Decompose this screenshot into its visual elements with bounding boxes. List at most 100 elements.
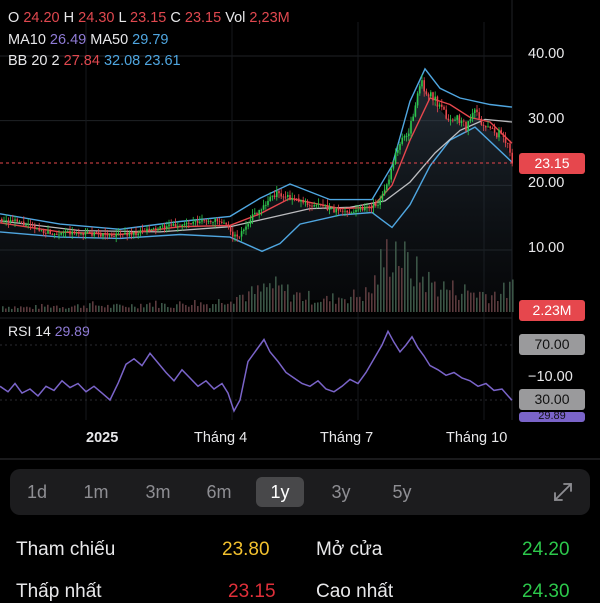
candle-body [172, 223, 175, 226]
volume-bar [380, 249, 382, 312]
candle-body [471, 113, 474, 119]
volume-bar [38, 308, 40, 312]
volume-bar [437, 296, 439, 312]
candle-body [73, 231, 76, 234]
candle-body [458, 115, 461, 124]
bb-upper-value: 27.84 [63, 53, 100, 69]
candle-body [372, 204, 375, 208]
volume-bar [77, 304, 79, 312]
candle-body [265, 205, 267, 206]
candle-body [423, 80, 425, 92]
expand-arrows-icon[interactable] [552, 481, 574, 503]
volume-bar [11, 308, 13, 312]
volume-bar [308, 290, 310, 312]
candle-body [1, 218, 3, 222]
volume-bar [464, 284, 466, 312]
candle-body [476, 109, 478, 113]
candle-body [306, 201, 309, 205]
volume-bar [110, 307, 112, 312]
volume-bar [473, 292, 475, 312]
volume-bar [83, 305, 85, 312]
candle-body [359, 208, 362, 210]
candle-body [207, 221, 210, 222]
volume-value: 2,23M [249, 10, 290, 26]
candle-body [97, 232, 100, 235]
candle-body [289, 194, 291, 201]
candle-body [421, 80, 423, 87]
volume-bar [257, 285, 259, 312]
volume-bar [20, 306, 22, 312]
candle-body [168, 224, 170, 227]
volume-bar [185, 305, 187, 312]
volume-bar [377, 284, 379, 312]
candle-body [150, 228, 153, 230]
volume-bar [170, 307, 172, 312]
volume-bar [29, 307, 31, 312]
volume-bar [95, 305, 97, 312]
candle-body [342, 210, 344, 212]
volume-bar [89, 303, 91, 312]
candle-body [86, 231, 89, 233]
candle-body [335, 208, 337, 213]
volume-bar [335, 303, 337, 312]
candle-body [29, 224, 32, 225]
candle-body [218, 221, 221, 223]
candle-body [408, 133, 410, 137]
volume-bar [494, 291, 496, 312]
candle-body [38, 228, 40, 231]
candle-body [53, 234, 56, 235]
rsi-value: 29.89 [54, 323, 90, 339]
candle-body [410, 120, 412, 134]
volume-bar [35, 305, 37, 312]
candle-body [225, 222, 227, 225]
candle-body [381, 194, 384, 200]
volume-bar [233, 303, 235, 312]
candle-body [216, 219, 219, 222]
candle-body [317, 203, 320, 206]
timeframe-6m[interactable]: 6m [195, 477, 243, 507]
candle-body [190, 223, 192, 225]
volume-bar [512, 279, 514, 312]
volume-bar [392, 272, 394, 312]
timeframe-3y[interactable]: 3y [317, 477, 365, 507]
candle-body [333, 207, 335, 213]
timeframe-1d[interactable]: 1d [13, 477, 61, 507]
timeframe-5y[interactable]: 5y [378, 477, 426, 507]
ma-row: MA10 26.49 MA50 29.79 [8, 30, 290, 52]
candle-body [267, 200, 269, 206]
timeframe-1y[interactable]: 1y [256, 477, 304, 507]
volume-bar [503, 282, 505, 312]
candle-body [377, 205, 379, 206]
candle-body [56, 234, 58, 235]
volume-bar [446, 289, 448, 312]
candle-body [357, 209, 359, 211]
candle-body [247, 224, 249, 227]
candle-body [93, 232, 95, 236]
candle-body [214, 219, 216, 222]
candle-body [234, 234, 236, 237]
candle-body [478, 112, 480, 119]
candle-body [62, 232, 65, 234]
candle-body [298, 198, 300, 202]
volume-bar [137, 308, 139, 312]
candle-body [502, 134, 505, 137]
volume-bar [86, 308, 88, 312]
volume-bar [329, 301, 331, 312]
bb-middle-value: 32.08 [103, 53, 141, 69]
candle-body [320, 203, 322, 205]
candle-body [432, 92, 434, 101]
volume-bar [395, 241, 397, 312]
timeframe-3m[interactable]: 3m [134, 477, 182, 507]
volume-bar [353, 289, 355, 312]
volume-bar [158, 307, 160, 312]
candle-body [80, 233, 82, 235]
section-divider [0, 458, 600, 460]
low-label: L [118, 10, 127, 26]
volume-bar [383, 267, 385, 312]
volume-bar [179, 301, 181, 312]
candle-body [414, 105, 417, 117]
candle-body [31, 224, 34, 226]
candle-body [507, 142, 509, 144]
timeframe-1m[interactable]: 1m [72, 477, 120, 507]
candle-body [78, 233, 80, 234]
